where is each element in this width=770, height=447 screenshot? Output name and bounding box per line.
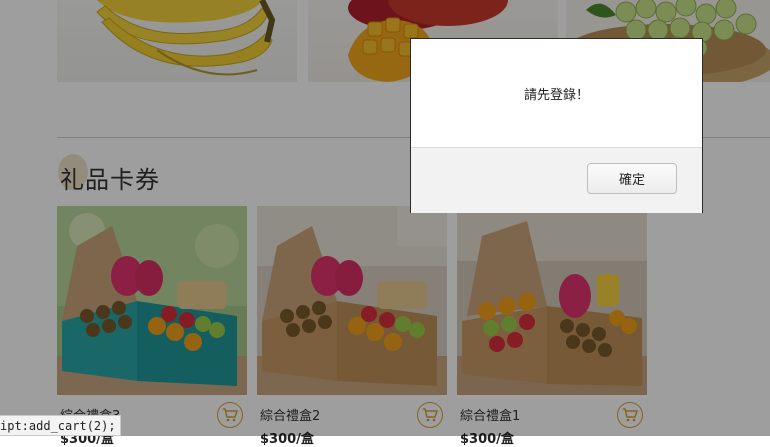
status-bar: ipt:add_cart(2);: [0, 415, 121, 436]
alert-footer: 確定: [411, 147, 702, 213]
ok-button[interactable]: 確定: [587, 163, 677, 194]
alert-message: 請先登錄！: [523, 87, 589, 103]
page: 礼品卡券 綜合禮盒3: [0, 0, 770, 447]
alert-dialog: 請先登錄！ 確定: [410, 38, 703, 213]
